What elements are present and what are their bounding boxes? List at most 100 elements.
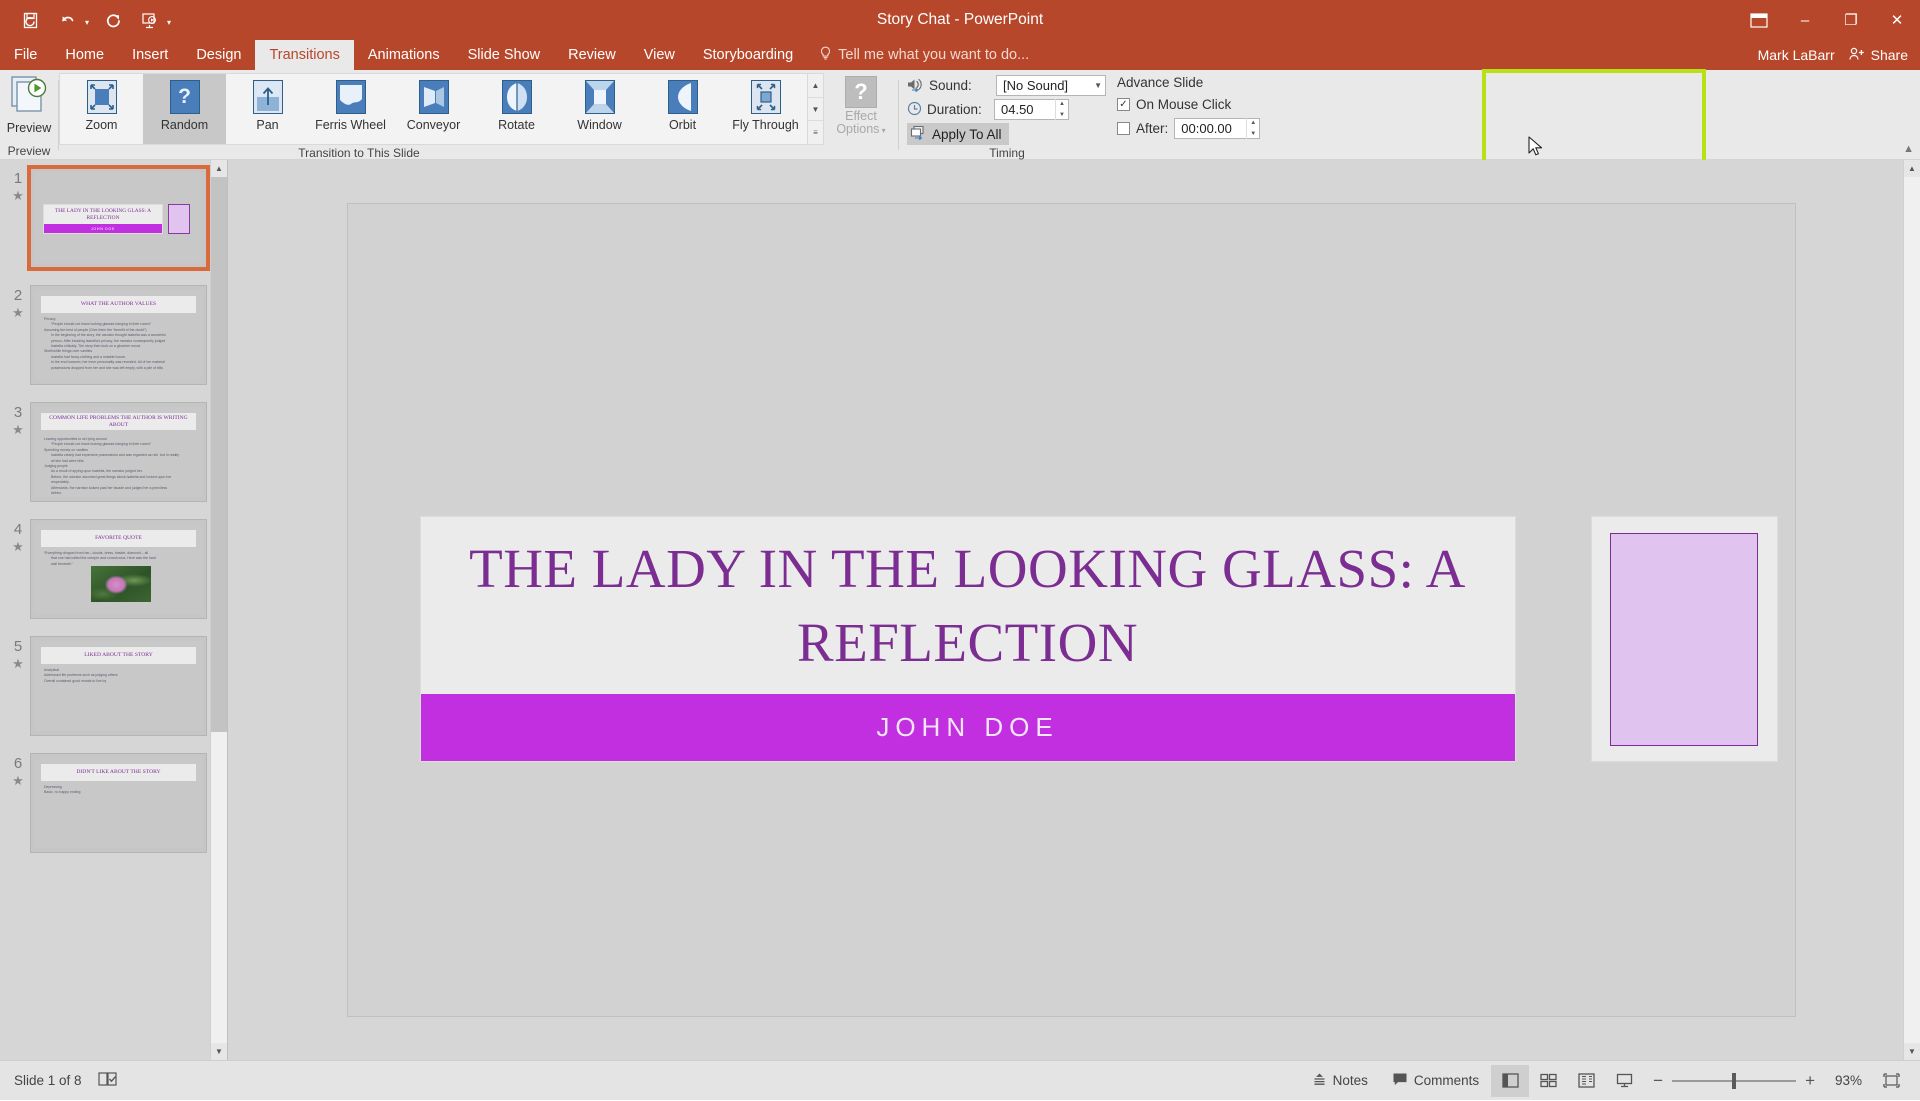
- tab-insert[interactable]: Insert: [118, 40, 182, 70]
- slide-thumbnail-4[interactable]: FAVORITE QUOTE “Everything dropped from …: [30, 519, 207, 619]
- after-checkbox[interactable]: [1117, 122, 1130, 135]
- reading-view-button[interactable]: [1567, 1065, 1605, 1097]
- tab-view[interactable]: View: [630, 40, 689, 70]
- tab-slide-show[interactable]: Slide Show: [454, 40, 555, 70]
- transition-gallery[interactable]: Zoom ? Random Pan Ferris Wheel Conveyor …: [59, 73, 808, 145]
- list-item[interactable]: 6 ★ DIDN'T LIKE ABOUT THE STORY Depressi…: [6, 753, 227, 853]
- transition-conveyor[interactable]: Conveyor: [392, 74, 475, 144]
- maximize-button[interactable]: ❐: [1828, 0, 1874, 40]
- scrollbar-track[interactable]: [211, 177, 227, 1043]
- transition-random[interactable]: ? Random: [143, 74, 226, 144]
- list-item[interactable]: 4 ★ FAVORITE QUOTE “Everything dropped f…: [6, 519, 227, 619]
- transition-pan[interactable]: Pan: [226, 74, 309, 144]
- minimize-button[interactable]: –: [1782, 0, 1828, 40]
- slide-canvas[interactable]: THE LADY IN THE LOOKING GLASS: A REFLECT…: [347, 204, 1795, 1016]
- stepper-up-icon[interactable]: ▲: [1056, 99, 1068, 110]
- thumbnail-pane-scrollbar[interactable]: ▲ ▼: [210, 160, 227, 1060]
- list-item[interactable]: 5 ★ LIKED ABOUT THE STORY Analytical Add…: [6, 636, 227, 736]
- zoom-level[interactable]: 93%: [1824, 1073, 1862, 1088]
- slide-thumbnail-6[interactable]: DIDN'T LIKE ABOUT THE STORY Depressing B…: [30, 753, 207, 853]
- effect-options-line1: Effect: [845, 109, 877, 123]
- after-row[interactable]: After: 00:00.00 ▲ ▼: [1117, 118, 1261, 139]
- list-item[interactable]: 3 ★ COMMON LIFE PROBLEMS THE AUTHOR IS W…: [6, 402, 227, 502]
- tab-storyboarding[interactable]: Storyboarding: [689, 40, 807, 70]
- zoom-control[interactable]: − + 93%: [1643, 1071, 1872, 1091]
- transition-fly-through[interactable]: Fly Through: [724, 74, 807, 144]
- transition-star-icon[interactable]: ★: [12, 540, 24, 553]
- scroll-up-icon[interactable]: ▲: [1904, 160, 1920, 177]
- on-mouse-click-checkbox[interactable]: ✓: [1117, 98, 1130, 111]
- rectangle-placeholder[interactable]: [1590, 516, 1778, 762]
- scroll-up-icon[interactable]: ▲: [211, 160, 227, 177]
- bullet: Overall contained good morals to live by: [44, 678, 107, 683]
- gallery-scroll-down-icon[interactable]: ▼: [808, 98, 823, 122]
- save-icon[interactable]: [14, 5, 48, 35]
- tab-animations[interactable]: Animations: [354, 40, 454, 70]
- scrollbar-thumb[interactable]: [211, 177, 227, 732]
- effect-options-button[interactable]: ? Effect Options ▾: [824, 70, 898, 137]
- transition-star-icon[interactable]: ★: [12, 306, 24, 319]
- scroll-down-icon[interactable]: ▼: [211, 1043, 227, 1060]
- title-placeholder[interactable]: THE LADY IN THE LOOKING GLASS: A REFLECT…: [419, 516, 1516, 762]
- tell-me-search[interactable]: Tell me what you want to do...: [807, 40, 1041, 70]
- duration-spinner[interactable]: 04.50 ▲ ▼: [994, 99, 1069, 120]
- zoom-slider-handle[interactable]: [1732, 1072, 1737, 1089]
- sound-dropdown[interactable]: [No Sound] ▼: [996, 75, 1106, 96]
- stepper-down-icon[interactable]: ▼: [1247, 129, 1259, 140]
- comments-button[interactable]: Comments: [1380, 1061, 1491, 1101]
- after-stepper[interactable]: ▲ ▼: [1246, 118, 1259, 139]
- redo-icon[interactable]: [96, 5, 130, 35]
- tab-review[interactable]: Review: [554, 40, 630, 70]
- stepper-down-icon[interactable]: ▼: [1056, 110, 1068, 121]
- preview-button[interactable]: Preview: [0, 70, 58, 135]
- slide-thumbnail-3[interactable]: COMMON LIFE PROBLEMS THE AUTHOR IS WRITI…: [30, 402, 207, 502]
- editor-scrollbar[interactable]: ▲ ▼: [1903, 160, 1920, 1060]
- transition-star-icon[interactable]: ★: [12, 189, 24, 202]
- transition-star-icon[interactable]: ★: [12, 774, 24, 787]
- transition-star-icon[interactable]: ★: [12, 657, 24, 670]
- undo-icon[interactable]: [50, 5, 84, 35]
- normal-view-button[interactable]: [1491, 1064, 1530, 1097]
- tab-design[interactable]: Design: [182, 40, 255, 70]
- slide-counter[interactable]: Slide 1 of 8: [14, 1073, 82, 1088]
- accessibility-checker-icon[interactable]: [97, 1071, 117, 1090]
- slide-show-view-button[interactable]: [1605, 1065, 1643, 1097]
- duration-stepper[interactable]: ▲ ▼: [1055, 99, 1068, 120]
- list-item[interactable]: 1 ★ THE LADY IN THE LOOKING GLASS: A REF…: [6, 165, 227, 271]
- after-spinner[interactable]: 00:00.00 ▲ ▼: [1174, 118, 1261, 139]
- collapse-ribbon-icon[interactable]: ▲: [1903, 143, 1914, 155]
- ribbon-display-options-icon[interactable]: [1736, 0, 1782, 40]
- transition-orbit[interactable]: Orbit: [641, 74, 724, 144]
- on-mouse-click-row[interactable]: ✓ On Mouse Click: [1117, 94, 1231, 115]
- scrollbar-track[interactable]: [1904, 177, 1920, 1043]
- transition-star-icon[interactable]: ★: [12, 423, 24, 436]
- start-slideshow-icon[interactable]: [132, 5, 166, 35]
- zoom-in-button[interactable]: +: [1805, 1071, 1815, 1091]
- transition-gallery-scrollbar[interactable]: ▲ ▼ ≡: [808, 73, 824, 145]
- gallery-more-icon[interactable]: ≡: [808, 121, 823, 144]
- slide-thumbnail-1[interactable]: THE LADY IN THE LOOKING GLASS: A REFLECT…: [27, 165, 210, 271]
- slide-sorter-view-button[interactable]: [1529, 1065, 1567, 1097]
- transition-zoom[interactable]: Zoom: [60, 74, 143, 144]
- stepper-up-icon[interactable]: ▲: [1247, 118, 1259, 129]
- zoom-out-button[interactable]: −: [1653, 1071, 1663, 1091]
- undo-dropdown-icon[interactable]: ▾: [80, 5, 94, 35]
- list-item[interactable]: 2 ★ WHAT THE AUTHOR VALUES Privacy “Peop…: [6, 285, 227, 385]
- transition-ferris-wheel[interactable]: Ferris Wheel: [309, 74, 392, 144]
- tab-file[interactable]: File: [0, 40, 52, 70]
- slide-thumbnail-5[interactable]: LIKED ABOUT THE STORY Analytical Address…: [30, 636, 207, 736]
- share-button[interactable]: Share: [1849, 47, 1908, 64]
- transition-window[interactable]: Window: [558, 74, 641, 144]
- slide-thumbnail-2[interactable]: WHAT THE AUTHOR VALUES Privacy “People s…: [30, 285, 207, 385]
- gallery-scroll-up-icon[interactable]: ▲: [808, 74, 823, 98]
- fit-slide-icon[interactable]: [1872, 1065, 1910, 1097]
- notes-button[interactable]: Notes: [1300, 1061, 1380, 1101]
- transition-rotate[interactable]: Rotate: [475, 74, 558, 144]
- scroll-down-icon[interactable]: ▼: [1904, 1043, 1920, 1060]
- close-button[interactable]: ✕: [1874, 0, 1920, 40]
- tab-transitions[interactable]: Transitions: [255, 40, 354, 70]
- customize-qat-icon[interactable]: ▾: [162, 5, 176, 35]
- bullet: Isabella had fancy clothing and a notabl…: [51, 354, 126, 359]
- apply-to-all-button[interactable]: Apply To All: [907, 123, 1009, 145]
- tab-home[interactable]: Home: [51, 40, 118, 70]
